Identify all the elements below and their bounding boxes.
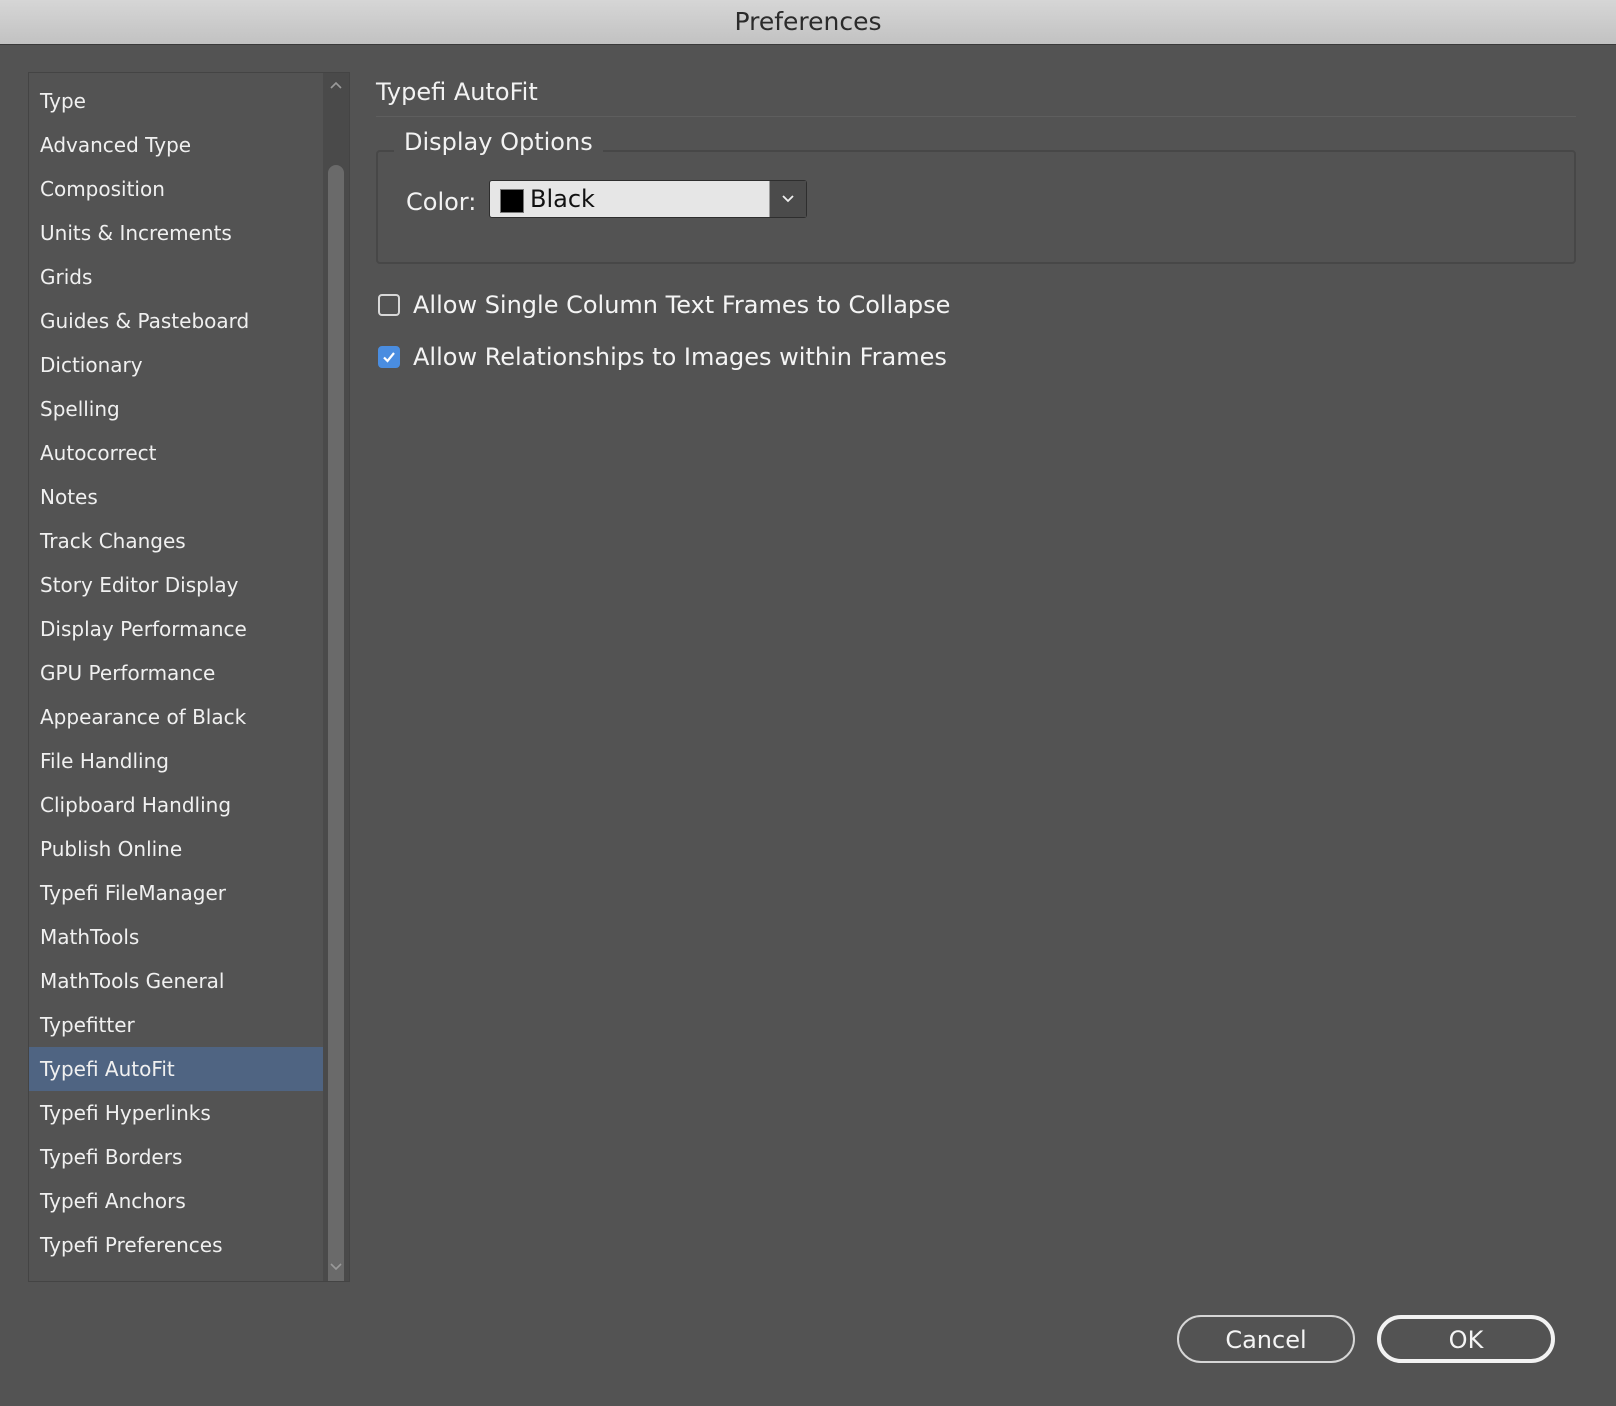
scroll-down-arrow-icon[interactable]: [323, 1257, 349, 1279]
category-list-items: InterfaceTypeAdvanced TypeCompositionUni…: [29, 73, 323, 1267]
title-divider: [376, 116, 1576, 117]
page-title: Typefi AutoFit: [376, 78, 538, 106]
sidebar-item[interactable]: Typefitter: [29, 1003, 323, 1047]
sidebar-item[interactable]: Units & Increments: [29, 211, 323, 255]
checkmark-icon: [383, 352, 395, 363]
sidebar-item[interactable]: Typefi Hyperlinks: [29, 1091, 323, 1135]
collapse-frames-checkbox[interactable]: [378, 294, 400, 316]
scroll-up-arrow-icon[interactable]: [323, 75, 349, 97]
sidebar-item[interactable]: Type: [29, 79, 323, 123]
sidebar-item[interactable]: Autocorrect: [29, 431, 323, 475]
scrollbar-thumb[interactable]: [328, 165, 344, 1281]
sidebar-item[interactable]: Display Performance: [29, 607, 323, 651]
sidebar-item[interactable]: Clipboard Handling: [29, 783, 323, 827]
image-relationships-option[interactable]: Allow Relationships to Images within Fra…: [378, 343, 947, 371]
sidebar-item[interactable]: GPU Performance: [29, 651, 323, 695]
display-options-legend: Display Options: [394, 128, 603, 156]
sidebar-item[interactable]: Track Changes: [29, 519, 323, 563]
sidebar-scrollbar[interactable]: [323, 73, 349, 1281]
sidebar-item[interactable]: Typefi FileManager: [29, 871, 323, 915]
collapse-frames-label: Allow Single Column Text Frames to Colla…: [413, 291, 951, 319]
ok-button[interactable]: OK: [1377, 1315, 1555, 1363]
sidebar-item[interactable]: File Handling: [29, 739, 323, 783]
sidebar-item[interactable]: Interface: [29, 73, 323, 79]
color-swatch: [500, 189, 524, 213]
color-dropdown-value: Black: [530, 185, 595, 213]
sidebar-item[interactable]: Grids: [29, 255, 323, 299]
chevron-down-icon[interactable]: [769, 181, 806, 217]
cancel-button[interactable]: Cancel: [1177, 1315, 1355, 1363]
image-relationships-checkbox[interactable]: [378, 346, 400, 368]
sidebar-item[interactable]: Composition: [29, 167, 323, 211]
sidebar-item[interactable]: Story Editor Display: [29, 563, 323, 607]
sidebar-item[interactable]: Publish Online: [29, 827, 323, 871]
window-title: Preferences: [0, 0, 1616, 45]
sidebar-item[interactable]: Dictionary: [29, 343, 323, 387]
collapse-frames-option[interactable]: Allow Single Column Text Frames to Colla…: [378, 291, 950, 319]
color-label: Color:: [406, 188, 477, 216]
sidebar-item[interactable]: Spelling: [29, 387, 323, 431]
sidebar-item[interactable]: MathTools General: [29, 959, 323, 1003]
preferences-category-list[interactable]: InterfaceTypeAdvanced TypeCompositionUni…: [28, 72, 350, 1282]
sidebar-item[interactable]: Typefi AutoFit: [29, 1047, 323, 1091]
sidebar-item[interactable]: Notes: [29, 475, 323, 519]
image-relationships-label: Allow Relationships to Images within Fra…: [413, 343, 947, 371]
sidebar-item[interactable]: MathTools: [29, 915, 323, 959]
sidebar-item[interactable]: Typefi Preferences: [29, 1223, 323, 1267]
sidebar-item[interactable]: Typefi Anchors: [29, 1179, 323, 1223]
sidebar-item[interactable]: Appearance of Black: [29, 695, 323, 739]
sidebar-item[interactable]: Typefi Borders: [29, 1135, 323, 1179]
color-dropdown[interactable]: Black: [489, 180, 807, 218]
sidebar-item[interactable]: Guides & Pasteboard: [29, 299, 323, 343]
sidebar-item[interactable]: Advanced Type: [29, 123, 323, 167]
